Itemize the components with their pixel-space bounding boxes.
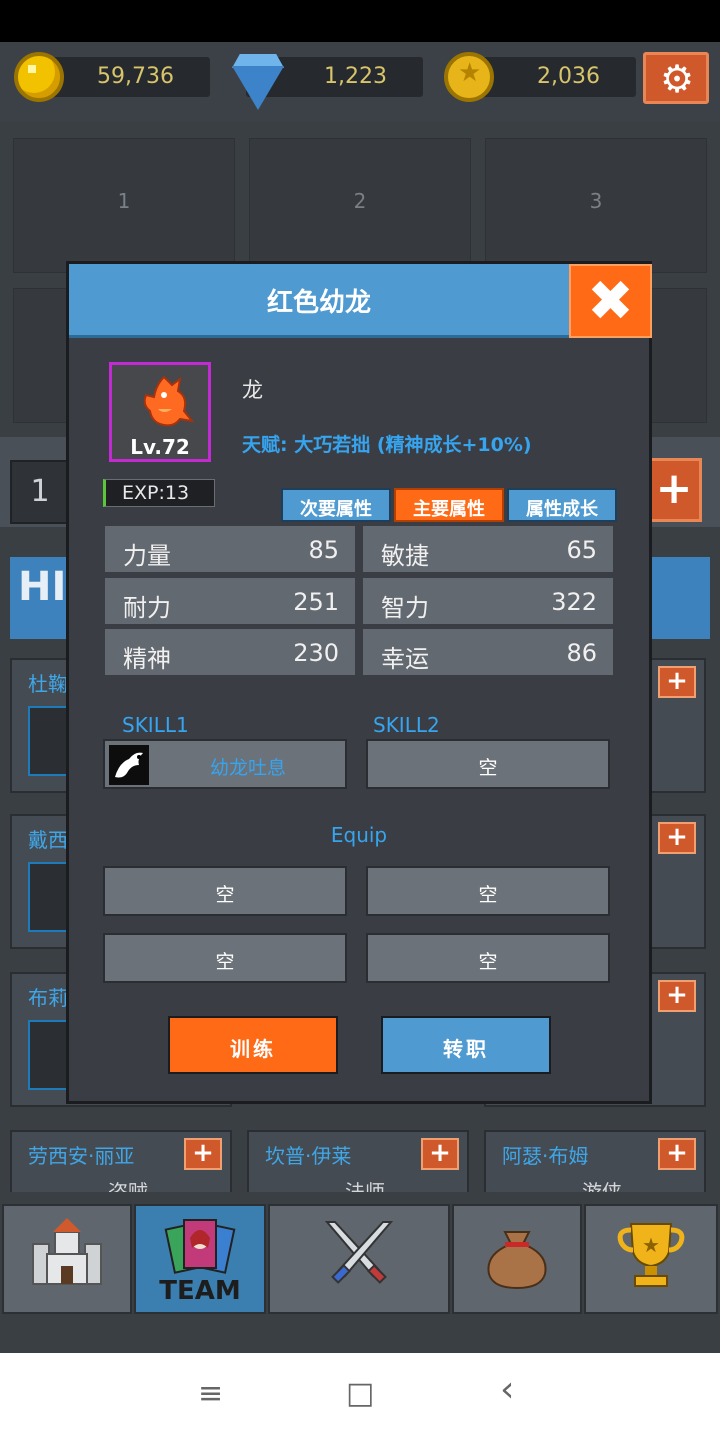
gear-icon: ⚙	[660, 57, 695, 101]
bottom-tab-bar: TEAM ★	[0, 1192, 720, 1353]
home-icon[interactable]: □	[346, 1379, 374, 1409]
close-icon: ✖	[587, 269, 634, 334]
skill2-name: 空	[478, 757, 498, 779]
stat-agility: 敏捷 65	[361, 524, 615, 574]
stat-stamina: 耐力 251	[103, 576, 357, 626]
trophy-icon: ★	[586, 1218, 716, 1305]
equip-label: Equip	[330, 823, 388, 847]
medal-icon	[444, 52, 494, 102]
equip-slot[interactable]: 空	[103, 866, 347, 916]
job-change-button[interactable]: 转职	[381, 1016, 551, 1074]
gold-coin-icon	[14, 52, 64, 102]
equip-slot[interactable]: 空	[366, 933, 610, 983]
tab-trophy[interactable]: ★	[584, 1204, 718, 1314]
equip-slot[interactable]: 空	[103, 933, 347, 983]
team-slot[interactable]: 2	[249, 138, 471, 273]
stat-spirit: 精神 230	[103, 627, 357, 677]
skill2-slot[interactable]: 空	[366, 739, 610, 789]
tab-loot[interactable]	[452, 1204, 582, 1314]
back-icon[interactable]: ‹	[500, 1372, 514, 1408]
skill1-label: SKILL1	[122, 713, 189, 737]
settings-button[interactable]: ⚙	[643, 52, 709, 104]
stat-strength: 力量 85	[103, 524, 357, 574]
stat-luck: 幸运 86	[361, 627, 615, 677]
tab-battle[interactable]	[268, 1204, 450, 1314]
crossed-swords-icon	[270, 1218, 448, 1305]
diamond-value: 1,223	[324, 64, 387, 89]
status-bar	[0, 0, 720, 42]
add-hero-button[interactable]: +	[658, 666, 696, 698]
castle-icon	[4, 1218, 130, 1303]
system-navigation-bar: ≡ □ ‹	[0, 1353, 720, 1440]
train-button[interactable]: 训练	[168, 1016, 338, 1074]
equip-slot[interactable]: 空	[366, 866, 610, 916]
add-hero-button[interactable]: +	[658, 980, 696, 1012]
skill2-label: SKILL2	[373, 713, 440, 737]
add-hero-button[interactable]: +	[658, 1138, 696, 1170]
dragon-breath-icon	[109, 745, 149, 785]
hero-detail-dialog: 红色幼龙 ✖ Lv.72 龙 天赋: 大巧若拙 (精神成长+10%) EXP:1…	[66, 261, 652, 1104]
exp-bar: EXP:13	[103, 479, 215, 507]
add-hero-button[interactable]: +	[658, 822, 696, 854]
tab-team[interactable]: TEAM	[134, 1204, 266, 1314]
tab-secondary-attributes[interactable]: 次要属性	[281, 488, 391, 522]
currency-bar: 59,736 1,223 2,036 ⚙	[0, 42, 720, 122]
tab-attribute-growth[interactable]: 属性成长	[507, 488, 617, 522]
svg-text:★: ★	[642, 1233, 660, 1257]
skill1-slot[interactable]: 幼龙吐息	[103, 739, 347, 789]
hero-talent: 天赋: 大巧若拙 (精神成长+10%)	[242, 434, 532, 456]
exp-value: EXP:13	[122, 482, 190, 504]
team-slot[interactable]: 1	[13, 138, 235, 273]
skill1-name: 幼龙吐息	[209, 757, 286, 779]
menu-icon[interactable]: ≡	[198, 1379, 223, 1409]
game-screen: 59,736 1,223 2,036 ⚙ 1 2 3 1 + HI 杜鞠 戴西	[0, 42, 720, 1353]
hero-section-title: HI	[18, 564, 67, 610]
team-slot[interactable]: 3	[485, 138, 707, 273]
dialog-title: 红色幼龙	[266, 288, 371, 318]
gold-value: 59,736	[97, 64, 174, 89]
tab-primary-attributes[interactable]: 主要属性	[394, 488, 504, 522]
hero-portrait: Lv.72	[109, 362, 211, 462]
add-hero-button[interactable]: +	[421, 1138, 459, 1170]
medal-value: 2,036	[537, 64, 600, 89]
hero-race: 龙	[242, 378, 263, 402]
dialog-header: 红色幼龙	[69, 264, 569, 338]
tab-castle[interactable]	[2, 1204, 132, 1314]
team-number[interactable]: 1	[10, 460, 70, 524]
loot-bag-icon	[454, 1218, 580, 1305]
stat-intelligence: 智力 322	[361, 576, 615, 626]
add-team-button[interactable]: +	[646, 458, 702, 522]
diamond-icon	[232, 54, 284, 110]
close-button[interactable]: ✖	[569, 264, 652, 338]
hero-level: Lv.72	[130, 435, 190, 459]
add-hero-button[interactable]: +	[184, 1138, 222, 1170]
